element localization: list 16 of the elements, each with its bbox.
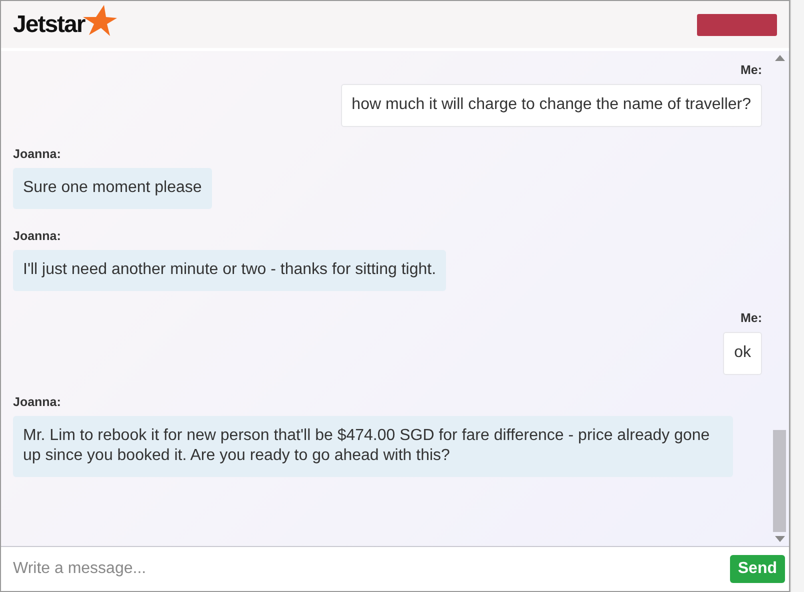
message-bubble: Sure one moment please: [13, 168, 212, 209]
header-button[interactable]: [697, 14, 777, 36]
logo: Jetstar: [13, 10, 85, 38]
message-bubble: I'll just need another minute or two - thanks for sitting tight.: [13, 250, 446, 291]
sender-name: Me:: [740, 311, 762, 325]
sender-name: Joanna:: [13, 395, 61, 409]
message-bubble: Mr. Lim to rebook it for new person that'll be $474.00 SGD for fare difference - price already gone up since you booked it. Are you ready to go ahead with this?: [13, 416, 733, 477]
message-bubble: ok: [723, 332, 762, 375]
sender-name: Joanna:: [13, 229, 61, 243]
message-bubble: how much it will charge to change the name of traveller?: [340, 84, 762, 127]
sender-name: Joanna:: [13, 147, 61, 161]
sender-name: Me:: [740, 63, 762, 77]
send-button[interactable]: Send: [730, 555, 785, 583]
scroll-up-icon[interactable]: [774, 55, 784, 61]
scroll-down-icon[interactable]: [774, 536, 784, 542]
scrollbar-thumb[interactable]: [773, 430, 786, 532]
